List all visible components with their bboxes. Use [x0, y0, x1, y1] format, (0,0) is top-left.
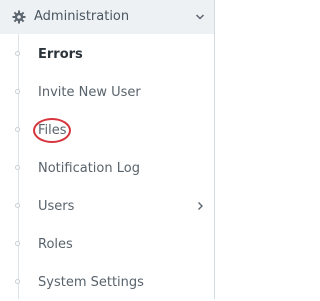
menu-item-label: System Settings [38, 275, 144, 290]
menu-item-invite-new-user[interactable]: Invite New User [0, 74, 214, 111]
menu-item-users[interactable]: Users [0, 188, 214, 225]
tree-node-dot [15, 127, 20, 132]
menu-item-label: Notification Log [38, 161, 140, 176]
administration-submenu: Errors Invite New User Files Notificatio… [0, 34, 215, 299]
menu-item-roles[interactable]: Roles [0, 226, 214, 263]
menu-item-label: Files [38, 123, 67, 138]
tree-node-dot [15, 51, 20, 56]
administration-section-header[interactable]: Administration [0, 0, 215, 34]
menu-item-label: Roles [38, 237, 73, 252]
menu-item-system-settings[interactable]: System Settings [0, 264, 214, 301]
chevron-right-icon[interactable] [196, 201, 204, 211]
tree-node-dot [15, 203, 20, 208]
menu-item-label: Errors [38, 47, 83, 62]
menu-item-files[interactable]: Files [0, 112, 214, 149]
tree-node-dot [15, 165, 20, 170]
tree-node-dot [15, 89, 20, 94]
tree-node-dot [15, 279, 20, 284]
chevron-down-icon[interactable] [195, 12, 205, 22]
section-title: Administration [34, 9, 130, 24]
gear-icon [12, 10, 26, 24]
menu-item-label: Users [38, 199, 75, 214]
tree-node-dot [15, 241, 20, 246]
menu-item-errors[interactable]: Errors [0, 36, 214, 73]
menu-item-notification-log[interactable]: Notification Log [0, 150, 214, 187]
menu-item-label: Invite New User [38, 85, 141, 100]
